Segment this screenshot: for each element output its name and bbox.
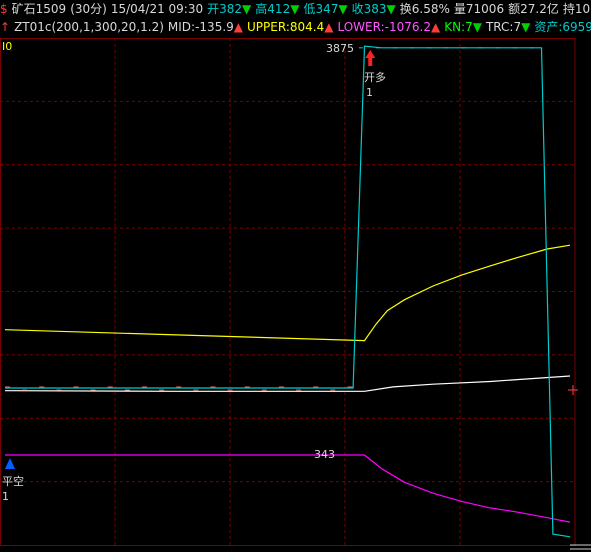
price-chart[interactable] [0, 0, 591, 552]
value-mid-label: 343 [314, 448, 335, 461]
series-line-mid [4, 375, 571, 392]
flat-marker [5, 458, 15, 469]
price-cross-marker [568, 385, 578, 395]
buy-open-marker [365, 50, 376, 66]
chart-grid [0, 38, 576, 546]
chart-markers [5, 50, 591, 550]
io-label: I0 [2, 40, 13, 53]
buy-open-count: 1 [366, 86, 373, 99]
series-line-upper [4, 244, 571, 342]
buy-open-label: 开多 [364, 71, 386, 84]
chart-series [4, 45, 571, 538]
series-line-资产 [5, 45, 571, 538]
flat-count: 1 [2, 490, 9, 503]
value-top-label: 3875 [326, 42, 354, 55]
flat-label: 平空 [2, 475, 24, 488]
series-line-lower [5, 454, 571, 523]
